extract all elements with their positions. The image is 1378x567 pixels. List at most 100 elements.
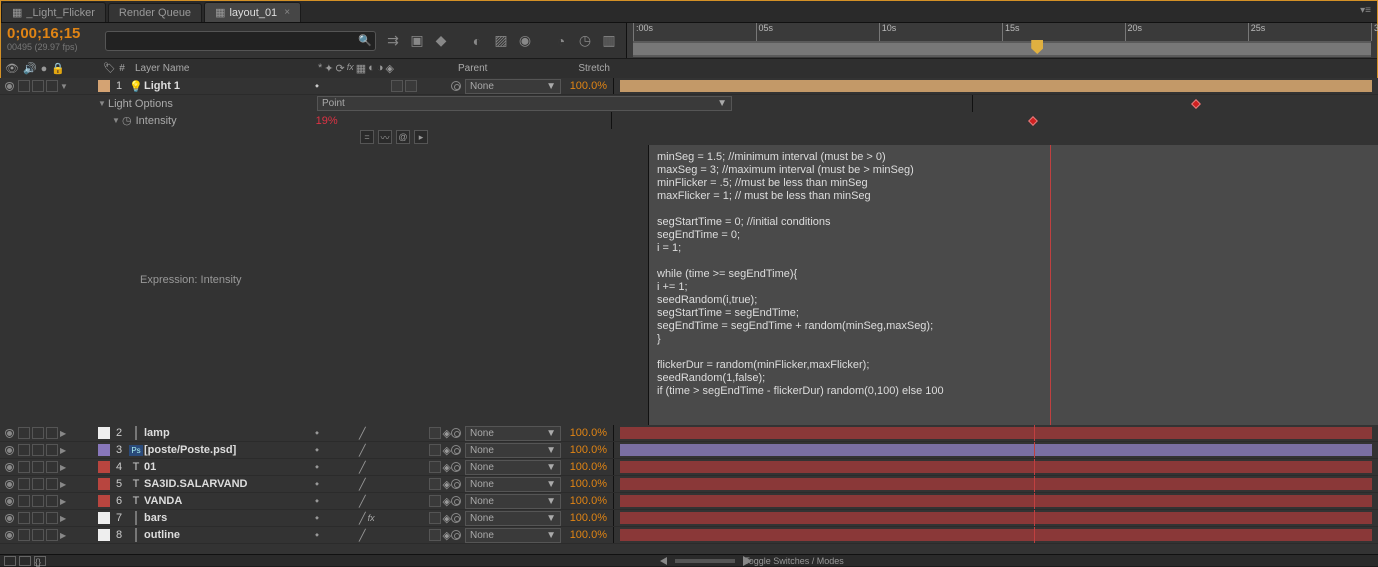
parent-dropdown[interactable]: None▼ <box>465 443 561 458</box>
parent-dropdown[interactable]: None▼ <box>465 511 561 526</box>
lock-toggle[interactable] <box>46 80 58 92</box>
twirl-icon[interactable]: ▶ <box>60 429 68 438</box>
expr-enable-icon[interactable]: = <box>360 130 374 144</box>
color-label[interactable] <box>98 495 110 507</box>
current-time[interactable]: 0;00;16;15 00495 (29.97 fps) <box>1 23 101 58</box>
motionblur-icon[interactable]: ▨ <box>492 32 510 50</box>
color-label[interactable] <box>98 512 110 524</box>
color-label[interactable] <box>98 444 110 456</box>
toggle-button-1[interactable] <box>4 556 16 566</box>
twirl-icon[interactable]: ▶ <box>60 531 68 540</box>
frameblend-icon[interactable]: ◐ <box>468 32 486 50</box>
video-toggle[interactable] <box>3 478 16 491</box>
stretch-value[interactable]: 100.0% <box>561 512 613 524</box>
video-toggle[interactable] <box>3 444 16 457</box>
shy-switch[interactable]: ⬩ <box>315 529 319 542</box>
col-parent[interactable]: Parent <box>454 63 564 74</box>
col-layer-name[interactable]: Layer Name <box>131 63 314 74</box>
shy-switch[interactable]: ⬩ <box>315 427 319 440</box>
toggle-button-2[interactable] <box>19 556 31 566</box>
3d-switch[interactable]: ◈ <box>443 512 451 525</box>
layer-name[interactable]: VANDA <box>144 495 311 507</box>
stretch-value[interactable]: 100.0% <box>561 461 613 473</box>
tab-layout-01[interactable]: ▦layout_01× <box>204 2 301 22</box>
draft3d-icon[interactable]: ▣ <box>408 32 426 50</box>
quality-switch[interactable]: ╱ <box>359 512 366 525</box>
layer-bar[interactable] <box>620 461 1372 473</box>
quality-switch[interactable]: ╱ <box>359 444 366 457</box>
3d-switch[interactable]: ◈ <box>443 444 451 457</box>
switch[interactable] <box>429 495 441 507</box>
stopwatch-icon[interactable]: ◷ <box>122 114 132 127</box>
parent-dropdown[interactable]: None▼ <box>465 460 561 475</box>
twirl-icon[interactable]: ▶ <box>60 446 68 455</box>
layer-row[interactable]: ▶ 5 T SA3ID.SALARVAND ⬩ ╱ ◈ None▼ 100.0% <box>0 476 1378 493</box>
light-type-dropdown[interactable]: Point▼ <box>317 96 732 111</box>
expr-pickwhip-icon[interactable]: @ <box>396 130 410 144</box>
pickwhip-icon[interactable] <box>451 496 461 506</box>
intensity-value[interactable]: 19% <box>316 115 338 127</box>
parent-dropdown[interactable]: None▼ <box>465 528 561 543</box>
pickwhip-icon[interactable] <box>451 513 461 523</box>
switch[interactable] <box>429 461 441 473</box>
video-toggle[interactable] <box>3 512 16 525</box>
shy-switch[interactable]: ⬩ <box>315 444 319 457</box>
pickwhip-icon[interactable] <box>451 428 461 438</box>
video-toggle[interactable] <box>3 80 16 93</box>
layer-row[interactable]: ▶ 8 outline ⬩ ╱ ◈ None▼ 100.0% <box>0 527 1378 544</box>
zoom-in-icon[interactable] <box>743 556 752 566</box>
parent-dropdown[interactable]: None▼ <box>465 79 561 94</box>
toggle-switches-label[interactable]: Toggle Switches / Modes <box>744 556 844 566</box>
layer-row[interactable]: ▶ 2 lamp ⬩ ╱ ◈ None▼ 100.0% <box>0 425 1378 442</box>
layer-name[interactable]: outline <box>144 529 311 541</box>
layer-bar[interactable] <box>620 478 1372 490</box>
switch[interactable] <box>429 529 441 541</box>
keyframe-icon[interactable] <box>1028 116 1038 126</box>
3d-switch[interactable]: ◈ <box>443 529 451 542</box>
pickwhip-icon[interactable] <box>451 530 461 540</box>
expression-editor[interactable]: minSeg = 1.5; //minimum interval (must b… <box>648 145 1378 425</box>
switch[interactable] <box>429 444 441 456</box>
zoom-slider[interactable] <box>675 559 735 563</box>
label-col-icon[interactable]: 🏷 <box>99 63 113 74</box>
quality-switch[interactable]: ╱ <box>359 461 366 474</box>
parent-dropdown[interactable]: None▼ <box>465 426 561 441</box>
layer-bar[interactable] <box>620 512 1372 524</box>
twirl-icon[interactable]: ▶ <box>60 480 68 489</box>
switch[interactable] <box>391 80 403 92</box>
shy-switch[interactable]: ⬩ <box>315 512 319 525</box>
pickwhip-icon[interactable] <box>451 445 461 455</box>
pickwhip-icon[interactable] <box>451 462 461 472</box>
video-toggle[interactable] <box>3 529 16 542</box>
layer-name[interactable]: lamp <box>144 427 311 439</box>
parent-dropdown[interactable]: None▼ <box>465 477 561 492</box>
color-label[interactable] <box>98 461 110 473</box>
pickwhip-icon[interactable] <box>451 81 461 91</box>
playhead-line[interactable] <box>1050 145 1051 425</box>
audio-col-icon[interactable]: 🔊 <box>23 62 37 75</box>
twirl-icon[interactable]: ▼ <box>60 82 68 91</box>
switch[interactable] <box>429 478 441 490</box>
quality-switch[interactable]: ╱ <box>359 495 366 508</box>
stretch-value[interactable]: 100.0% <box>561 478 613 490</box>
layer-row[interactable]: ▶ 6 T VANDA ⬩ ╱ ◈ None▼ 100.0% <box>0 493 1378 510</box>
layer-name[interactable]: bars <box>144 512 311 524</box>
close-icon[interactable]: × <box>284 7 290 18</box>
stretch-value[interactable]: 100.0% <box>561 495 613 507</box>
video-toggle[interactable] <box>3 495 16 508</box>
layer-name[interactable]: 01 <box>144 461 311 473</box>
time-ruler-area[interactable]: :00s05s10s15s20s25s30s <box>626 23 1377 58</box>
shy-switch[interactable]: ⬩ <box>315 461 319 474</box>
tab-light-flicker[interactable]: ▦_Light_Flicker <box>1 2 106 22</box>
twirl-icon[interactable]: ▶ <box>60 463 68 472</box>
lock-col-icon[interactable]: 🔒 <box>51 62 65 75</box>
autokey-icon[interactable]: ▥ <box>600 32 618 50</box>
layer-name[interactable]: Light 1 <box>144 80 311 92</box>
switch[interactable] <box>429 512 441 524</box>
solo-col-icon[interactable]: ● <box>41 63 48 75</box>
shy-switch[interactable]: ⬩ <box>315 478 319 491</box>
expr-graph-icon[interactable]: 〰 <box>378 130 392 144</box>
layer-row-light1[interactable]: ▼ 1 💡 Light 1 ⬩ None▼ 100.0% <box>0 78 1378 95</box>
layer-bar[interactable] <box>620 495 1372 507</box>
layer-name[interactable]: [poste/Poste.psd] <box>144 444 311 456</box>
